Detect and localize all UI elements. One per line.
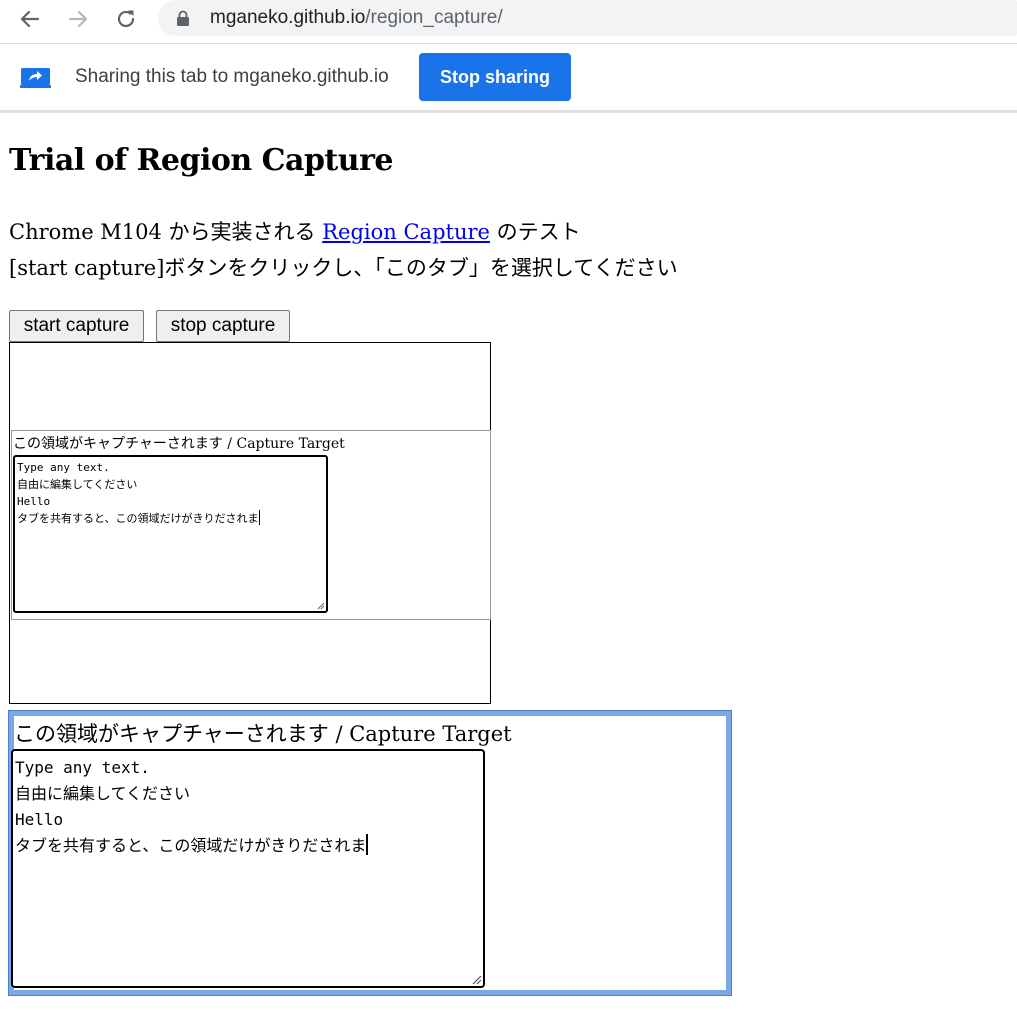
stop-sharing-button[interactable]: Stop sharing <box>419 53 571 101</box>
arrow-right-icon <box>68 10 88 28</box>
sharing-infobar: Sharing this tab to mganeko.github.io St… <box>0 44 1017 113</box>
preview-captured-region: この領域がキャプチャーされます / Capture Target Type an… <box>11 430 491 620</box>
region-capture-link[interactable]: Region Capture <box>322 220 490 244</box>
forward-button[interactable] <box>63 4 93 34</box>
url-path: /region_capture/ <box>365 7 503 28</box>
page-title: Trial of Region Capture <box>9 143 394 178</box>
capture-target-label: この領域がキャプチャーされます / Capture Target <box>14 722 512 746</box>
stop-capture-button[interactable]: stop capture <box>156 310 290 342</box>
description-prefix: Chrome M104 から実装される <box>9 220 323 244</box>
description-line-1: Chrome M104 から実装される Region Capture のテスト <box>9 216 581 246</box>
resize-grip-icon[interactable] <box>470 973 482 985</box>
back-button[interactable] <box>15 4 45 34</box>
text-caret <box>258 510 261 525</box>
url-host: mganeko.github.io <box>210 7 366 28</box>
preview-text: Type any text. 自由に編集してください Hello タブを共有する… <box>17 461 259 525</box>
arrow-left-icon <box>20 10 40 28</box>
capture-target-region: この領域がキャプチャーされます / Capture Target Type an… <box>8 710 732 996</box>
start-capture-button[interactable]: start capture <box>9 310 144 342</box>
preview-label: この領域がキャプチャーされます / Capture Target <box>13 436 345 452</box>
capture-target-text: Type any text. 自由に編集してください Hello タブを共有する… <box>15 758 367 855</box>
sharing-message: Sharing this tab to mganeko.github.io <box>75 66 389 87</box>
description-suffix: のテスト <box>489 220 581 244</box>
text-caret <box>366 834 369 855</box>
url-text: mganeko.github.io/region_capture/ <box>210 7 503 29</box>
resize-grip-icon <box>317 602 325 610</box>
preview-textarea: Type any text. 自由に編集してください Hello タブを共有する… <box>13 455 328 613</box>
browser-toolbar: mganeko.github.io/region_capture/ <box>0 0 1017 44</box>
reload-icon <box>117 10 135 28</box>
capture-preview-video: この領域がキャプチャーされます / Capture Target Type an… <box>9 342 491 704</box>
address-bar[interactable]: mganeko.github.io/region_capture/ <box>158 0 1017 36</box>
reload-button[interactable] <box>111 4 141 34</box>
description-line-2: [start capture]ボタンをクリックし、「このタブ」を選択してください <box>9 256 678 280</box>
capture-target-textarea[interactable]: Type any text. 自由に編集してください Hello タブを共有する… <box>11 749 485 988</box>
lock-icon <box>177 10 189 26</box>
share-screen-icon <box>20 68 51 88</box>
